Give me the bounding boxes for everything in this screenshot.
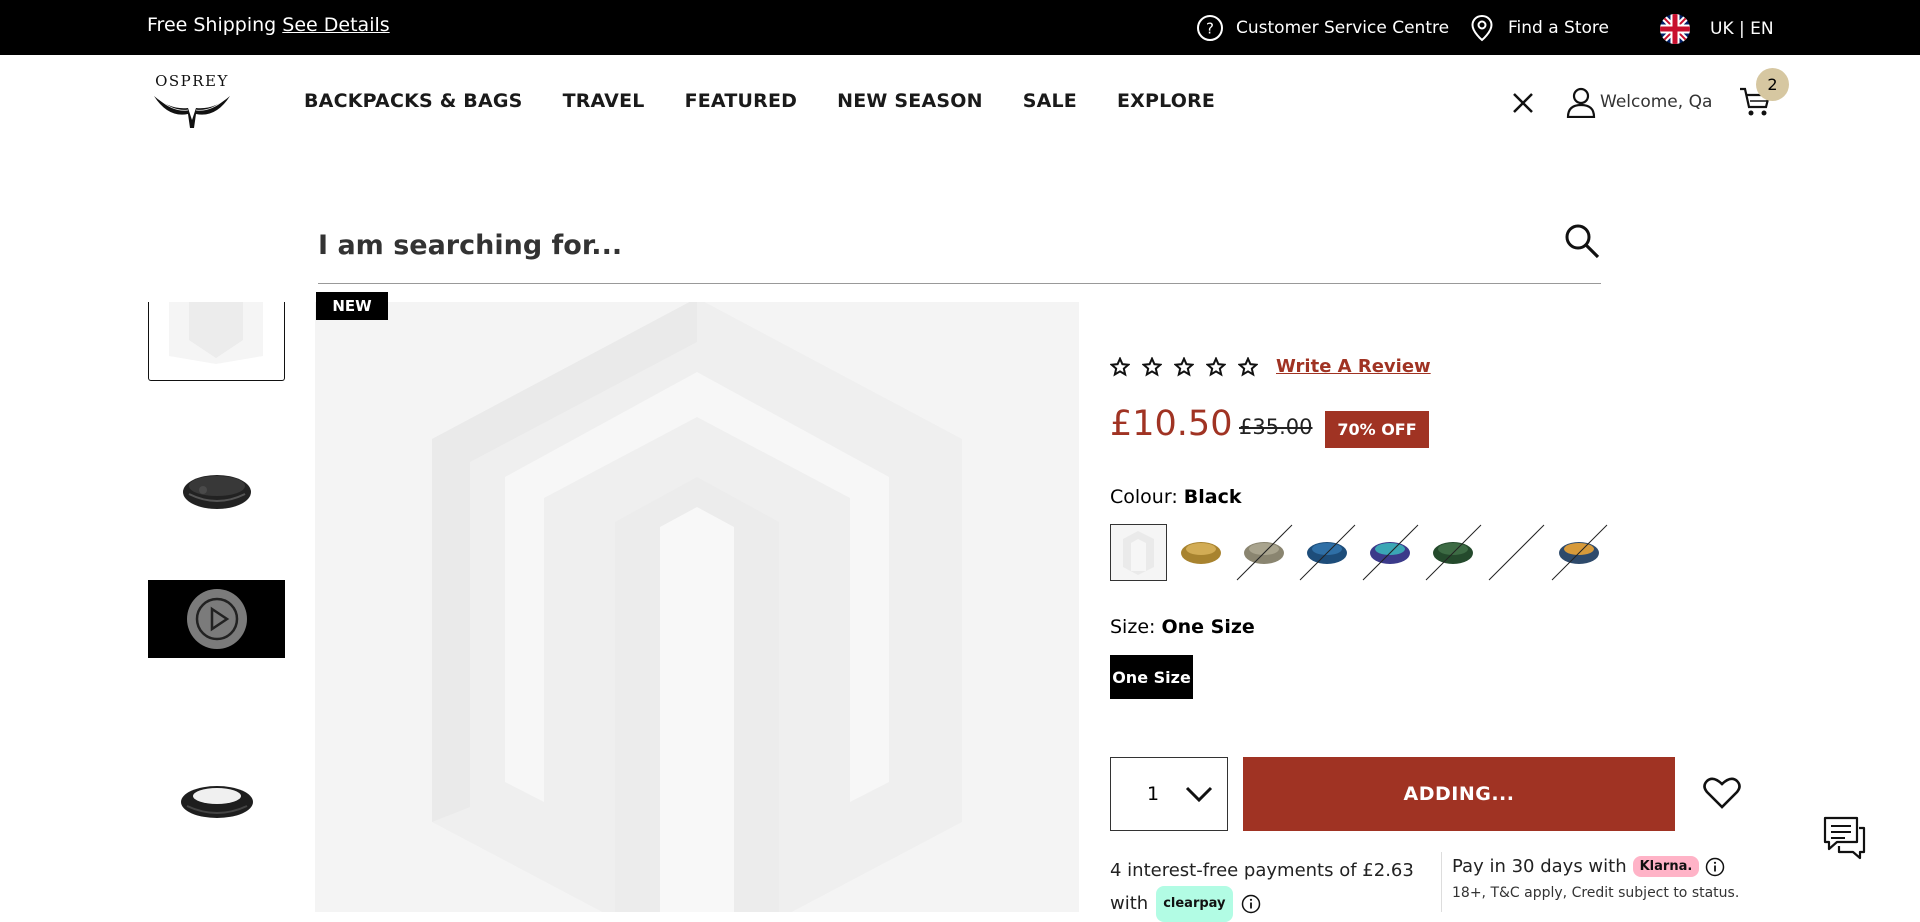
rating-stars[interactable] <box>1110 357 1258 377</box>
clearpay-with: with <box>1110 893 1149 914</box>
waist-pack-image <box>182 475 251 509</box>
welcome-text: Welcome, Qa <box>1600 92 1713 112</box>
cart-count-badge: 2 <box>1756 68 1789 101</box>
thumbnail-2[interactable] <box>148 435 285 545</box>
waist-pack-swatch <box>1551 524 1608 581</box>
star-icon <box>1206 357 1226 377</box>
uk-flag-icon <box>1660 14 1690 44</box>
placeholder-image <box>169 264 263 364</box>
klarna-terms: 18+, T&C apply, Credit subject to status… <box>1452 885 1740 901</box>
nav-new-season[interactable]: NEW SEASON <box>837 90 983 112</box>
payment-divider <box>1441 852 1442 912</box>
nav-featured[interactable]: FEATURED <box>685 90 798 112</box>
colour-label: Colour: Black <box>1110 486 1241 508</box>
swatch-black[interactable] <box>1110 524 1167 581</box>
swatch-blue-unavailable[interactable] <box>1299 524 1356 581</box>
klarna-message: Pay in 30 days with Klarna. 18+, T&C app… <box>1452 856 1739 901</box>
swatch-orange-unavailable[interactable] <box>1551 524 1608 581</box>
play-icon <box>186 589 247 649</box>
search-icon[interactable] <box>1563 222 1601 260</box>
chevron-down-icon <box>1186 786 1213 803</box>
nav-explore[interactable]: EXPLORE <box>1117 90 1215 112</box>
size-option-one-size[interactable]: One Size <box>1110 655 1193 699</box>
nav-travel[interactable]: TRAVEL <box>563 90 645 112</box>
waist-pack-back-image <box>180 786 253 818</box>
waist-pack-swatch <box>1299 524 1356 581</box>
main-header <box>0 55 1920 205</box>
search-bar <box>318 210 1601 284</box>
shipping-text: Free Shipping <box>147 14 277 36</box>
write-review-link[interactable]: Write A Review <box>1276 356 1431 377</box>
klarna-logo: Klarna. <box>1632 856 1700 877</box>
swatch-purple-unavailable[interactable] <box>1362 524 1419 581</box>
clearpay-message: 4 interest-free payments of £2.63 with c… <box>1110 856 1440 922</box>
svg-text:?: ? <box>1206 20 1214 38</box>
discount-badge: 70% OFF <box>1325 411 1429 448</box>
star-icon <box>1238 357 1258 377</box>
osprey-logo-mark: OSPREY <box>154 72 230 128</box>
thumbnail-4[interactable] <box>148 745 285 855</box>
info-icon[interactable] <box>1241 894 1261 914</box>
logo-text: OSPREY <box>155 72 229 90</box>
main-nav: BACKPACKS & BAGS TRAVEL FEATURED NEW SEA… <box>304 90 1255 112</box>
size-label: Size: One Size <box>1110 616 1255 638</box>
search-input[interactable] <box>318 220 1498 270</box>
new-badge: NEW <box>316 292 388 320</box>
klarna-text: Pay in 30 days with <box>1452 856 1627 877</box>
image-placeholder-logo <box>432 302 962 912</box>
find-store-label: Find a Store <box>1508 18 1609 38</box>
star-icon <box>1142 357 1162 377</box>
swatch-yellow[interactable] <box>1173 524 1230 581</box>
customer-service-label: Customer Service Centre <box>1236 18 1450 38</box>
star-icon <box>1174 357 1194 377</box>
account-link[interactable]: Welcome, Qa <box>1566 86 1712 118</box>
customer-service-link[interactable]: ? Customer Service Centre <box>1196 14 1449 42</box>
quantity-select[interactable]: 1 <box>1110 757 1228 831</box>
location-pin-icon <box>1471 14 1493 42</box>
chat-icon[interactable] <box>1821 814 1867 860</box>
main-product-image[interactable] <box>315 302 1079 912</box>
top-bar: Free Shipping See Details ? Customer Ser… <box>0 0 1920 55</box>
quantity-value: 1 <box>1147 783 1160 805</box>
locale-selector[interactable]: UK | EN <box>1660 14 1774 44</box>
sale-price: £10.50 <box>1110 404 1233 444</box>
waist-pack-swatch <box>1236 524 1293 581</box>
heart-icon[interactable] <box>1703 776 1741 810</box>
waist-pack-swatch <box>1181 542 1221 564</box>
original-price: £35.00 <box>1239 415 1313 439</box>
help-icon: ? <box>1197 15 1223 41</box>
colour-label-text: Colour: <box>1110 486 1178 508</box>
star-icon <box>1110 357 1130 377</box>
placeholder-image <box>1123 531 1154 575</box>
colour-swatches <box>1110 524 1608 581</box>
swatch-green-unavailable[interactable] <box>1425 524 1482 581</box>
info-icon[interactable] <box>1705 857 1725 877</box>
size-value: One Size <box>1161 616 1255 638</box>
see-details-link[interactable]: See Details <box>282 14 389 36</box>
find-store-link[interactable]: Find a Store <box>1470 14 1609 42</box>
locale-label: UK | EN <box>1710 19 1774 39</box>
empty-swatch <box>1488 524 1545 581</box>
clearpay-text: 4 interest-free payments of £2.63 <box>1110 860 1414 881</box>
swatch-grey-unavailable[interactable] <box>1236 524 1293 581</box>
colour-value: Black <box>1183 486 1242 508</box>
size-label-text: Size: <box>1110 616 1156 638</box>
video-thumbnail[interactable] <box>148 580 285 658</box>
shipping-banner: Free Shipping See Details <box>147 14 390 36</box>
clearpay-logo: clearpay <box>1156 886 1233 922</box>
nav-backpacks-bags[interactable]: BACKPACKS & BAGS <box>304 90 523 112</box>
waist-pack-swatch <box>1425 524 1482 581</box>
thumbnail-1[interactable] <box>148 264 285 381</box>
swatch-blank-unavailable[interactable] <box>1488 524 1545 581</box>
add-to-cart-button[interactable]: ADDING... <box>1243 757 1675 831</box>
user-icon <box>1566 87 1596 118</box>
osprey-logo[interactable]: OSPREY <box>150 70 235 138</box>
close-icon[interactable] <box>1512 92 1534 114</box>
waist-pack-swatch <box>1362 524 1419 581</box>
nav-sale[interactable]: SALE <box>1023 90 1077 112</box>
